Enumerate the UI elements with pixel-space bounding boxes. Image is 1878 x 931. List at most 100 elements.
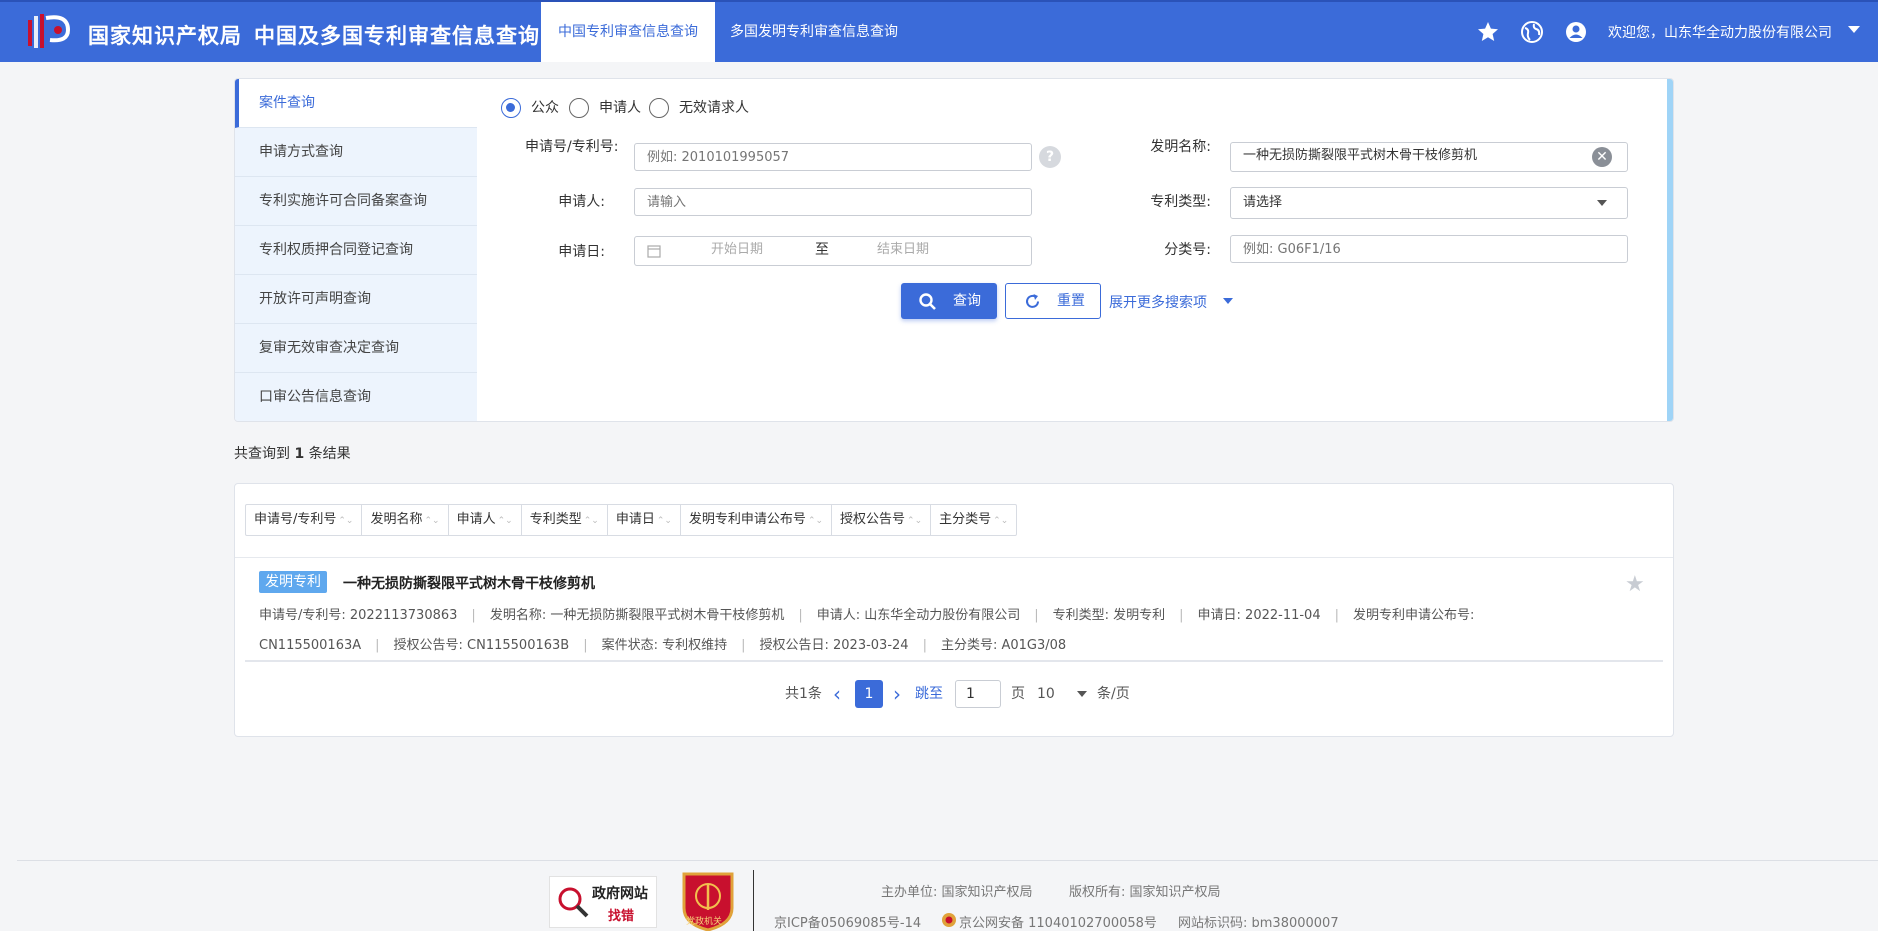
result-count-prefix: 共查询到 <box>234 446 290 462</box>
badge-subtitle: 找错 <box>608 909 635 924</box>
sort-icon: ⌃⌄ <box>993 516 1009 526</box>
sort-grant-no[interactable]: 授权公告号 ⌃⌄ <box>832 505 932 535</box>
star-icon[interactable] <box>1476 20 1500 44</box>
sort-app-no[interactable]: 申请号/专利号 ⌃⌄ <box>246 505 363 535</box>
sort-icon: ⌃⌄ <box>807 516 824 526</box>
police-badge-icon <box>942 913 956 927</box>
site-title: 中国及多国专利审查信息查询 <box>254 24 540 48</box>
sort-label: 申请人 <box>456 512 496 527</box>
footer-icp[interactable]: 京ICP备05069085号-14 <box>774 912 921 931</box>
sort-label: 发明名称 <box>370 512 423 527</box>
sort-icon: ⌃⌄ <box>338 516 354 526</box>
pagination-total: 共1条 <box>785 686 822 702</box>
radio-checked-icon <box>501 98 521 118</box>
sort-label: 主分类号 <box>939 512 992 527</box>
app-no-input[interactable] <box>634 143 1032 171</box>
divider <box>235 557 1673 558</box>
meta-grant-no: 授权公告号: CN115500163B <box>393 638 570 653</box>
radio-unchecked-icon <box>649 98 669 118</box>
tab-china-patent-query[interactable]: 中国专利审查信息查询 <box>541 2 715 62</box>
chevron-down-icon[interactable] <box>1077 691 1087 697</box>
sort-icon: ⌃⌄ <box>424 516 440 526</box>
page-1-button[interactable]: 1 <box>855 680 883 708</box>
reset-button[interactable]: 重置 <box>1005 283 1101 319</box>
classification-input[interactable] <box>1230 235 1628 263</box>
radio-label: 公众 <box>531 100 559 116</box>
search-button[interactable]: 查询 <box>901 283 997 319</box>
invention-title-input[interactable]: 一种无损防撕裂限平式树木骨干枝修剪机 <box>1230 142 1628 172</box>
sort-label: 申请号/专利号 <box>254 512 337 527</box>
invention-title-value: 一种无损防撕裂限平式树木骨干枝修剪机 <box>1243 148 1478 163</box>
sort-bar: 申请号/专利号 ⌃⌄ 发明名称 ⌃⌄ 申请人 ⌃⌄ 专利类型 ⌃⌄ 申请日 ⌃⌄ 发明专利… <box>245 504 1018 536</box>
page-size-value: 10 <box>1037 686 1055 702</box>
refresh-icon <box>1026 294 1039 308</box>
sort-icon: ⌃⌄ <box>583 516 599 526</box>
help-icon[interactable]: ? <box>1039 146 1061 168</box>
sort-label: 发明专利申请公布号 <box>688 512 806 527</box>
applicant-input[interactable] <box>634 188 1032 216</box>
prev-page-icon[interactable]: ‹ <box>833 680 841 708</box>
jump-page-input[interactable]: 1 <box>955 680 1001 708</box>
meta-separator: | <box>471 608 476 623</box>
sidebar-item-pledge-contract[interactable]: 专利权质押合同登记查询 <box>235 226 477 275</box>
meta-app-no: 申请号/专利号: 2022113730863 <box>259 608 458 623</box>
sidebar-item-reexam-decision[interactable]: 复审无效审查决定查询 <box>235 324 477 373</box>
sort-app-date[interactable]: 申请日 ⌃⌄ <box>608 505 681 535</box>
footer-site-code: 网站标识码: bm38000007 <box>1178 916 1339 931</box>
result-title-link[interactable]: 一种无损防撕裂限平式树木骨干枝修剪机 <box>343 573 595 593</box>
clear-icon[interactable]: ✕ <box>1592 147 1612 167</box>
sort-main-class[interactable]: 主分类号 ⌃⌄ <box>931 505 1016 535</box>
results-panel: 申请号/专利号 ⌃⌄ 发明名称 ⌃⌄ 申请人 ⌃⌄ 专利类型 ⌃⌄ 申请日 ⌃⌄ 发明专利… <box>234 483 1674 737</box>
sidebar-item-case-query[interactable]: 案件查询 <box>235 79 477 128</box>
sidebar-item-oral-hearing[interactable]: 口审公告信息查询 <box>235 373 477 421</box>
meta-separator: | <box>583 638 588 653</box>
result-count-suffix: 条结果 <box>308 446 351 462</box>
meta-title: 发明名称: 一种无损防撕裂限平式树木骨干枝修剪机 <box>489 608 785 623</box>
welcome-user[interactable]: 欢迎您，山东华全动力股份有限公司 <box>1608 22 1832 42</box>
per-page-unit-label: 条/页 <box>1097 686 1130 702</box>
party-gov-badge[interactable]: 党政机关 <box>680 870 736 931</box>
sidebar-item-license-contract[interactable]: 专利实施许可合同备案查询 <box>235 177 477 226</box>
sort-title[interactable]: 发明名称 ⌃⌄ <box>362 505 449 535</box>
cnipa-logo[interactable] <box>24 12 76 52</box>
result-meta-line-2: CN115500163A | 授权公告号: CN115500163B | 案件状态: 专… <box>259 634 1066 653</box>
chevron-down-icon[interactable] <box>1223 298 1233 304</box>
search-button-label: 查询 <box>953 293 981 309</box>
meta-separator: | <box>1034 608 1039 623</box>
expand-more-link[interactable]: 展开更多搜索项 <box>1109 292 1207 312</box>
sort-publication-no[interactable]: 发明专利申请公布号 ⌃⌄ <box>681 505 833 535</box>
meta-app-date: 申请日: 2022-11-04 <box>1197 608 1321 623</box>
meta-separator: | <box>1179 608 1184 623</box>
meta-publication-no: CN115500163A <box>259 638 362 653</box>
meta-separator: | <box>922 638 927 653</box>
date-separator: 至 <box>815 242 829 258</box>
patent-type-label: 专利类型: <box>1150 194 1211 210</box>
chevron-down-icon[interactable] <box>1848 26 1860 33</box>
chevron-down-icon[interactable] <box>1597 200 1607 206</box>
meta-separator: | <box>375 638 380 653</box>
date-range-picker[interactable]: 开始日期 至 结束日期 <box>634 236 1032 266</box>
calendar-icon <box>647 245 661 258</box>
next-page-icon[interactable]: › <box>893 680 901 708</box>
brand-name: 国家知识产权局 <box>88 24 242 48</box>
sidebar-item-open-license[interactable]: 开放许可声明查询 <box>235 275 477 324</box>
patent-type-select[interactable]: 请选择 <box>1230 187 1628 219</box>
date-start-placeholder[interactable]: 开始日期 <box>711 237 763 263</box>
sort-icon: ⌃⌄ <box>907 516 923 526</box>
sort-label: 专利类型 <box>529 512 582 527</box>
search-panel: 案件查询 申请方式查询 专利实施许可合同备案查询 专利权质押合同登记查询 开放许… <box>234 78 1674 422</box>
sort-patent-type[interactable]: 专利类型 ⌃⌄ <box>522 505 608 535</box>
invention-title-label: 发明名称: <box>1150 139 1211 155</box>
date-end-placeholder[interactable]: 结束日期 <box>877 237 929 263</box>
badge-title: 政府网站 <box>592 886 648 902</box>
jump-to-label: 跳至 <box>915 686 943 702</box>
tab-multi-country-query[interactable]: 多国发明专利审查信息查询 <box>713 2 915 62</box>
globe-icon[interactable] <box>1520 20 1544 44</box>
footer-police-record[interactable]: 京公网安备 11040102700058号 <box>959 912 1157 931</box>
meta-grant-date: 授权公告日: 2023-03-24 <box>759 638 909 653</box>
sort-applicant[interactable]: 申请人 ⌃⌄ <box>449 505 522 535</box>
user-icon[interactable] <box>1564 20 1588 44</box>
favorite-star-icon[interactable]: ★ <box>1625 572 1645 597</box>
sidebar-item-application-method[interactable]: 申请方式查询 <box>235 128 477 177</box>
gov-website-error-badge[interactable]: 政府网站 找错 <box>549 876 657 928</box>
